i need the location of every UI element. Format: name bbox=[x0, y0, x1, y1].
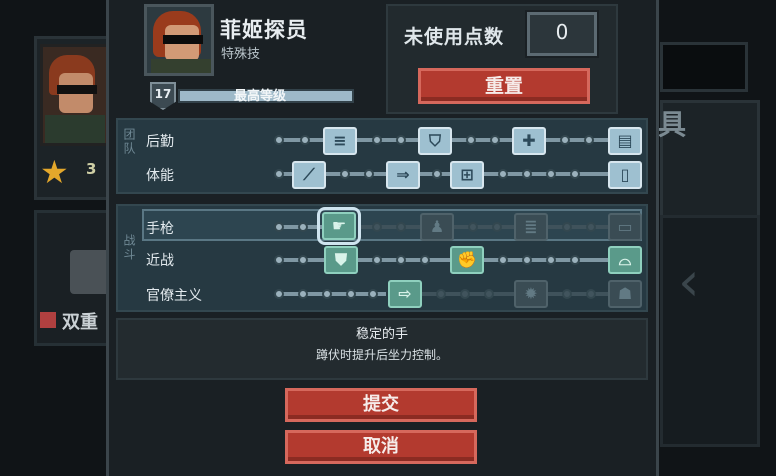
track-node bbox=[368, 289, 378, 299]
track-node bbox=[492, 222, 502, 232]
track-node bbox=[420, 255, 430, 265]
track-node bbox=[570, 169, 580, 179]
track-node bbox=[490, 135, 500, 145]
track-node bbox=[396, 255, 406, 265]
agent-icon[interactable]: ♟ bbox=[420, 213, 454, 241]
track-node bbox=[562, 222, 572, 232]
track-node bbox=[274, 222, 284, 232]
shield-icon[interactable]: ⛊ bbox=[324, 246, 358, 274]
agent-portrait bbox=[144, 4, 214, 76]
track-node bbox=[522, 255, 532, 265]
bg-text-fragment: 双重 bbox=[62, 312, 98, 333]
character-role: 特殊技 bbox=[221, 47, 261, 62]
steady-hand-icon[interactable]: ☛ bbox=[317, 207, 361, 245]
track-node bbox=[300, 135, 310, 145]
track-node bbox=[460, 289, 470, 299]
track-node bbox=[436, 289, 446, 299]
officer-icon[interactable]: ☗ bbox=[608, 280, 642, 308]
track-node bbox=[468, 222, 478, 232]
track-node bbox=[322, 289, 332, 299]
unused-points-label: 未使用点数 bbox=[404, 26, 505, 48]
track-node bbox=[274, 289, 284, 299]
track-node bbox=[372, 255, 382, 265]
skill-description-title: 稳定的手 bbox=[355, 327, 408, 342]
bg-star-count: 3 bbox=[86, 160, 97, 178]
track-node bbox=[364, 169, 374, 179]
team-section bbox=[116, 118, 648, 194]
track-node bbox=[546, 169, 556, 179]
team-section-label: 团队 bbox=[122, 128, 136, 156]
bg-right-bar bbox=[660, 42, 748, 92]
level-number: 17 bbox=[154, 87, 172, 101]
door-icon[interactable]: ▯ bbox=[608, 161, 642, 189]
track-node bbox=[498, 169, 508, 179]
bg-portrait bbox=[40, 44, 110, 146]
cancel-button[interactable]: 取消 bbox=[285, 430, 477, 464]
reset-button[interactable]: 重置 bbox=[418, 68, 590, 104]
track-node bbox=[432, 169, 442, 179]
sprint-icon[interactable]: ⟋ bbox=[292, 161, 326, 189]
dash-icon[interactable]: ⇒ bbox=[386, 161, 420, 189]
row-label-melee: 近战 bbox=[146, 253, 174, 269]
chevron-left-icon: ‹ bbox=[678, 250, 700, 313]
track-node bbox=[274, 135, 284, 145]
mine-icon[interactable]: ✹ bbox=[514, 280, 548, 308]
track-node bbox=[466, 135, 476, 145]
track-node bbox=[522, 169, 532, 179]
track-node bbox=[298, 255, 308, 265]
combat-section-label: 战斗 bbox=[122, 234, 136, 262]
track-node bbox=[346, 289, 356, 299]
inventory-icon[interactable]: ▤ bbox=[608, 127, 642, 155]
track-node bbox=[498, 255, 508, 265]
medkit-icon[interactable]: ✚ bbox=[512, 127, 546, 155]
track-node bbox=[274, 169, 284, 179]
helmet-icon[interactable]: ⌓ bbox=[608, 246, 642, 274]
track-node bbox=[584, 135, 594, 145]
track-node bbox=[298, 222, 308, 232]
medkit-icon bbox=[40, 312, 56, 328]
star-icon: ★ bbox=[40, 153, 69, 191]
track-node bbox=[546, 255, 556, 265]
bg-right-fragment: 具 bbox=[658, 108, 687, 141]
unused-points-value: 0 bbox=[555, 20, 569, 44]
track-node bbox=[274, 255, 284, 265]
ammo-plus-icon[interactable]: ≣ bbox=[514, 213, 548, 241]
row-label-bureaucracy: 官僚主义 bbox=[146, 288, 202, 304]
fist-icon[interactable]: ✊ bbox=[450, 246, 484, 274]
ammo-icon[interactable]: ≡ bbox=[323, 127, 357, 155]
gun-icon bbox=[70, 250, 110, 294]
exit-icon[interactable]: ⇨ bbox=[388, 280, 422, 308]
row-label-fitness: 体能 bbox=[146, 168, 174, 184]
submit-button[interactable]: 提交 bbox=[285, 388, 477, 422]
track-node bbox=[484, 289, 494, 299]
track-node bbox=[562, 289, 572, 299]
skill-description-text: 蹲伏时提升后坐力控制。 bbox=[315, 348, 448, 362]
track-node bbox=[560, 135, 570, 145]
bg-right-card-lower bbox=[660, 215, 760, 447]
track-node bbox=[340, 169, 350, 179]
shield-plus-icon[interactable]: ⛉ bbox=[418, 127, 452, 155]
track-node bbox=[396, 135, 406, 145]
row-label-logistics: 后勤 bbox=[146, 134, 174, 150]
track-node bbox=[586, 222, 596, 232]
grid-icon[interactable]: ⊞ bbox=[450, 161, 484, 189]
battery-icon[interactable]: ▭ bbox=[608, 213, 642, 241]
track-node bbox=[396, 222, 406, 232]
level-label: 最高等级 bbox=[234, 89, 287, 104]
track-node bbox=[586, 289, 596, 299]
track-node bbox=[372, 135, 382, 145]
character-name: 菲姬探员 bbox=[220, 18, 308, 42]
track-node bbox=[570, 255, 580, 265]
track-node bbox=[298, 289, 308, 299]
row-label-pistol: 手枪 bbox=[146, 221, 174, 237]
track-node bbox=[372, 222, 382, 232]
